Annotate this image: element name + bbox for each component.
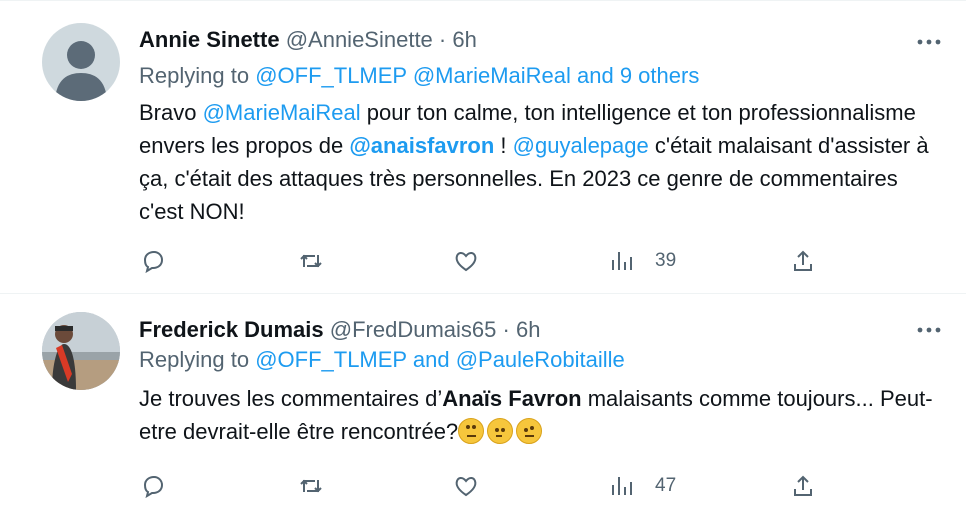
retweet-button[interactable] [298, 466, 324, 506]
tweet-header: Annie Sinette @AnnieSinette · 6h [139, 26, 477, 54]
like-icon [455, 477, 477, 497]
more-options-button[interactable] [914, 320, 944, 340]
mention-link[interactable]: @PauleRobitaille [456, 347, 625, 372]
and-text: and [412, 347, 450, 372]
reply-button[interactable] [140, 241, 166, 281]
replying-to-label: Replying to [139, 347, 250, 372]
text-segment: ! [494, 133, 513, 158]
view-count: 39 [655, 250, 677, 271]
display-name[interactable]: Annie Sinette [139, 27, 280, 52]
thinking-face-icon [487, 418, 514, 444]
retweet-button[interactable] [298, 241, 324, 281]
separator-dot: · [502, 317, 510, 342]
timestamp[interactable]: 6h [516, 317, 540, 342]
like-button[interactable] [453, 466, 479, 506]
tweet-text: Je trouves les commentaires d’Anaïs Favr… [139, 382, 939, 448]
mention-link[interactable]: @guyalepage [513, 133, 649, 158]
replying-to: Replying to @OFF_TLMEP @MarieMaiReal and… [139, 62, 699, 90]
more-icon [917, 327, 941, 333]
share-icon [794, 475, 812, 496]
views-button[interactable]: 39 [609, 241, 676, 281]
separator-dot: · [438, 27, 447, 52]
reply-button[interactable] [140, 466, 166, 506]
like-button[interactable] [453, 241, 479, 281]
share-icon [794, 250, 812, 271]
reply-icon [143, 475, 164, 499]
like-icon [455, 252, 477, 272]
more-options-button[interactable] [914, 32, 944, 52]
views-button[interactable]: 47 [609, 466, 676, 506]
tweet-frederick-dumais[interactable]: Frederick Dumais @FredDumais65 · 6h Repl… [0, 294, 966, 516]
mention-link[interactable]: @OFF_TLMEP [255, 63, 407, 88]
avatar-photo[interactable] [42, 312, 120, 390]
mention-link[interactable]: @MarieMaiReal [203, 100, 361, 125]
tweet-text: Bravo @MarieMaiReal pour ton calme, ton … [139, 96, 939, 228]
user-handle[interactable]: @AnnieSinette [286, 27, 433, 52]
mention-link[interactable]: @MarieMaiReal [413, 63, 571, 88]
face-with-raised-eyebrow-icon [516, 418, 543, 444]
share-button[interactable] [790, 466, 816, 506]
retweet-icon [300, 254, 322, 268]
bold-name: Anaïs Favron [442, 386, 582, 411]
replying-to-label: Replying to [139, 63, 250, 88]
mention-link[interactable]: @OFF_TLMEP [255, 347, 407, 372]
reply-icon [143, 250, 164, 274]
text-segment: Je trouves les commentaires d’ [139, 386, 443, 411]
text-segment: Bravo [139, 100, 203, 125]
views-icon [612, 252, 632, 270]
action-bar: 39 [0, 241, 966, 281]
retweet-icon [300, 479, 322, 493]
replying-to: Replying to @OFF_TLMEP and @PauleRobitai… [139, 346, 625, 374]
default-avatar-icon [55, 41, 107, 101]
more-icon [917, 39, 941, 45]
display-name[interactable]: Frederick Dumais [139, 317, 324, 342]
timestamp[interactable]: 6h [452, 27, 476, 52]
avatar-default[interactable] [42, 23, 120, 101]
face-with-rolling-eyes-icon [458, 418, 485, 444]
share-button[interactable] [790, 241, 816, 281]
others-link[interactable]: and 9 others [577, 63, 699, 88]
mention-link[interactable]: @anaisfavron [349, 133, 494, 158]
view-count: 47 [655, 475, 677, 496]
tweet-annie-sinette[interactable]: Annie Sinette @AnnieSinette · 6h Replyin… [0, 0, 966, 294]
user-handle[interactable]: @FredDumais65 [330, 317, 497, 342]
action-bar: 47 [0, 466, 966, 506]
views-icon [612, 477, 632, 495]
tweet-header: Frederick Dumais @FredDumais65 · 6h [139, 316, 540, 344]
profile-photo-icon [42, 312, 120, 390]
